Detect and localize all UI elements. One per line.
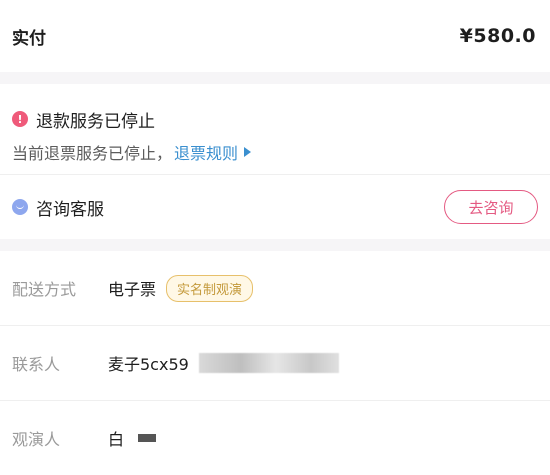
redacted-name bbox=[138, 434, 157, 442]
payment-label: 实付 bbox=[12, 28, 46, 49]
delivery-value: 电子票 bbox=[108, 280, 157, 299]
contact-value: 麦子5cx59 bbox=[108, 355, 189, 374]
refund-description-row: 当前退票服务已停止， 退票规则 bbox=[0, 134, 550, 174]
redacted-phone bbox=[198, 353, 339, 373]
viewer-value: 白 bbox=[108, 430, 125, 449]
contact-row: 联系人 麦子5cx59 bbox=[0, 326, 550, 401]
refund-title: 退款服务已停止 bbox=[36, 111, 155, 132]
refund-rules-link[interactable]: 退票规则 bbox=[174, 140, 252, 164]
viewer-label: 观演人 bbox=[12, 430, 61, 449]
delivery-label: 配送方式 bbox=[12, 280, 77, 299]
refund-title-row: ! 退款服务已停止 bbox=[0, 104, 550, 134]
payment-row: 实付 ¥580.0 bbox=[0, 0, 550, 72]
viewer-row: 观演人 白 bbox=[0, 401, 550, 475]
refund-description: 当前退票服务已停止， bbox=[12, 144, 173, 163]
order-info-section: 配送方式 电子票 实名制观演 联系人 麦子5cx59 观演人 白 bbox=[0, 251, 550, 475]
consult-button[interactable]: 去咨询 bbox=[444, 190, 538, 224]
delivery-row: 配送方式 电子票 实名制观演 bbox=[0, 251, 550, 326]
refund-section: ! 退款服务已停止 当前退票服务已停止， 退票规则 咨询客服 去咨询 bbox=[0, 84, 550, 239]
payment-amount: ¥580.0 bbox=[459, 25, 536, 47]
consult-row: 咨询客服 去咨询 bbox=[0, 175, 550, 239]
real-name-tag: 实名制观演 bbox=[166, 274, 254, 302]
consult-label: 咨询客服 bbox=[36, 199, 104, 220]
chat-bubble-icon bbox=[12, 199, 28, 215]
refund-rules-label: 退票规则 bbox=[174, 144, 239, 163]
play-arrow-icon bbox=[244, 147, 252, 157]
warning-circle-icon: ! bbox=[12, 111, 28, 127]
contact-label: 联系人 bbox=[12, 355, 61, 374]
